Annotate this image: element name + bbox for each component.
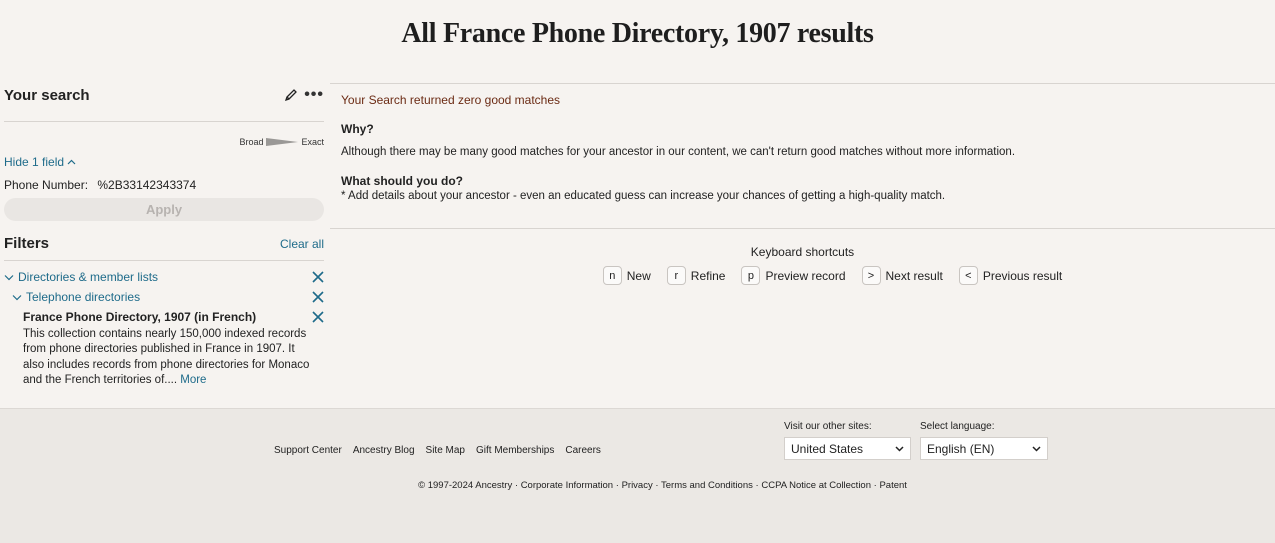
shortcut-label: Refine: [690, 268, 726, 283]
filter-label: Telephone directories: [26, 290, 141, 304]
shortcut-next[interactable]: > Next result: [861, 266, 943, 285]
more-dots-icon[interactable]: •••: [304, 87, 324, 103]
copyright-bar: © 1997-2024 Ancestry · Corporate Informa…: [418, 480, 907, 491]
collection-title: France Phone Directory, 1907 (in French): [23, 310, 257, 324]
language-group: Select language: English (EN): [920, 421, 1048, 460]
legal-link-corporate[interactable]: Corporate Information: [521, 480, 613, 491]
divider: [4, 121, 324, 122]
what-heading: What should you do?: [341, 174, 463, 188]
close-icon[interactable]: [312, 271, 324, 283]
shortcut-preview[interactable]: p Preview record: [741, 266, 846, 285]
shortcut-label: Next result: [885, 268, 943, 283]
shortcut-new[interactable]: n New: [602, 266, 651, 285]
other-sites-label: Visit our other sites:: [784, 421, 872, 432]
footer: Support Center Ancestry Blog Site Map Gi…: [0, 408, 1275, 543]
more-link[interactable]: More: [180, 374, 206, 386]
your-search-header: Your search •••: [4, 80, 324, 110]
why-text: Although there may be many good matches …: [341, 146, 1016, 158]
results-main: Your Search returned zero good matches W…: [330, 83, 1275, 285]
apply-button[interactable]: Apply: [4, 198, 324, 221]
shortcut-label: Previous result: [982, 268, 1063, 283]
search-sidebar: Your search ••• Broad Exact Hide 1 field…: [4, 80, 324, 388]
selected-language: English (EN): [927, 441, 995, 456]
legal-link-patent[interactable]: Patent: [879, 480, 906, 491]
why-heading: Why?: [341, 122, 374, 136]
legal-link-terms[interactable]: Terms and Conditions: [661, 480, 753, 491]
close-icon[interactable]: [312, 311, 324, 323]
chevron-down-icon: [1032, 445, 1041, 452]
divider: [4, 260, 324, 261]
chevron-down-icon: [12, 294, 22, 300]
key-prev: <: [958, 266, 978, 285]
field-label: Phone Number:: [4, 178, 89, 192]
key-n: n: [602, 266, 622, 285]
footer-link-careers[interactable]: Careers: [565, 445, 601, 456]
broad-label: Broad: [239, 137, 264, 147]
hide-field-label: Hide 1 field: [4, 155, 65, 169]
hide-field-toggle[interactable]: Hide 1 field: [4, 155, 76, 169]
selected-site: United States: [791, 441, 864, 456]
shortcut-label: New: [626, 268, 651, 283]
filters-title: Filters: [4, 235, 50, 252]
your-search-title: Your search: [4, 86, 90, 104]
chevron-down-icon: [895, 445, 904, 452]
shortcut-label: Preview record: [765, 268, 846, 283]
close-icon[interactable]: [312, 291, 324, 303]
key-r: r: [666, 266, 686, 285]
other-sites-group: Visit our other sites: United States: [784, 421, 911, 460]
footer-link-support[interactable]: Support Center: [274, 445, 342, 456]
keyboard-shortcuts: n New r Refine p Preview record > Next resul…: [390, 266, 1275, 285]
filter-item-telephone-directories[interactable]: Telephone directories: [4, 287, 324, 307]
filter-label: Directories & member lists: [18, 270, 159, 284]
chevron-down-icon: [4, 274, 14, 280]
keyboard-shortcuts-title: Keyboard shortcuts: [750, 245, 855, 259]
language-select[interactable]: English (EN): [920, 437, 1048, 460]
zero-matches-message: Your Search returned zero good matches: [341, 93, 561, 107]
footer-link-gift[interactable]: Gift Memberships: [476, 445, 554, 456]
shortcut-refine[interactable]: r Refine: [666, 266, 726, 285]
filter-item-collection: France Phone Directory, 1907 (in French): [4, 307, 324, 327]
other-sites-select[interactable]: United States: [784, 437, 911, 460]
language-label: Select language:: [920, 421, 995, 432]
copyright-text: © 1997-2024 Ancestry: [418, 480, 513, 491]
page-title: All France Phone Directory, 1907 results: [401, 18, 874, 49]
divider: [330, 228, 1275, 229]
filters-header: Filters Clear all: [4, 235, 324, 252]
legal-link-privacy[interactable]: Privacy: [622, 480, 653, 491]
exact-label: Exact: [301, 137, 324, 147]
chevron-up-icon: [67, 159, 76, 165]
collection-description: This collection contains nearly 150,000 …: [4, 327, 314, 388]
footer-link-blog[interactable]: Ancestry Blog: [353, 445, 415, 456]
what-text: * Add details about your ancestor - even…: [341, 190, 946, 202]
footer-link-sitemap[interactable]: Site Map: [426, 445, 465, 456]
key-p: p: [741, 266, 761, 285]
description-text: This collection contains nearly 150,000 …: [23, 328, 310, 386]
pencil-icon[interactable]: [284, 88, 298, 102]
footer-links: Support Center Ancestry Blog Site Map Gi…: [274, 445, 601, 456]
match-wedge-icon: [266, 138, 299, 146]
filter-item-directories[interactable]: Directories & member lists: [4, 267, 324, 287]
legal-link-ccpa[interactable]: CCPA Notice at Collection: [761, 480, 871, 491]
field-value: %2B33142343374: [97, 178, 197, 192]
phone-number-field: Phone Number: %2B33142343374: [4, 178, 324, 192]
key-next: >: [861, 266, 881, 285]
shortcut-previous[interactable]: < Previous result: [958, 266, 1063, 285]
broad-exact-slider[interactable]: Broad Exact: [4, 137, 324, 147]
clear-all-link[interactable]: Clear all: [280, 237, 324, 251]
